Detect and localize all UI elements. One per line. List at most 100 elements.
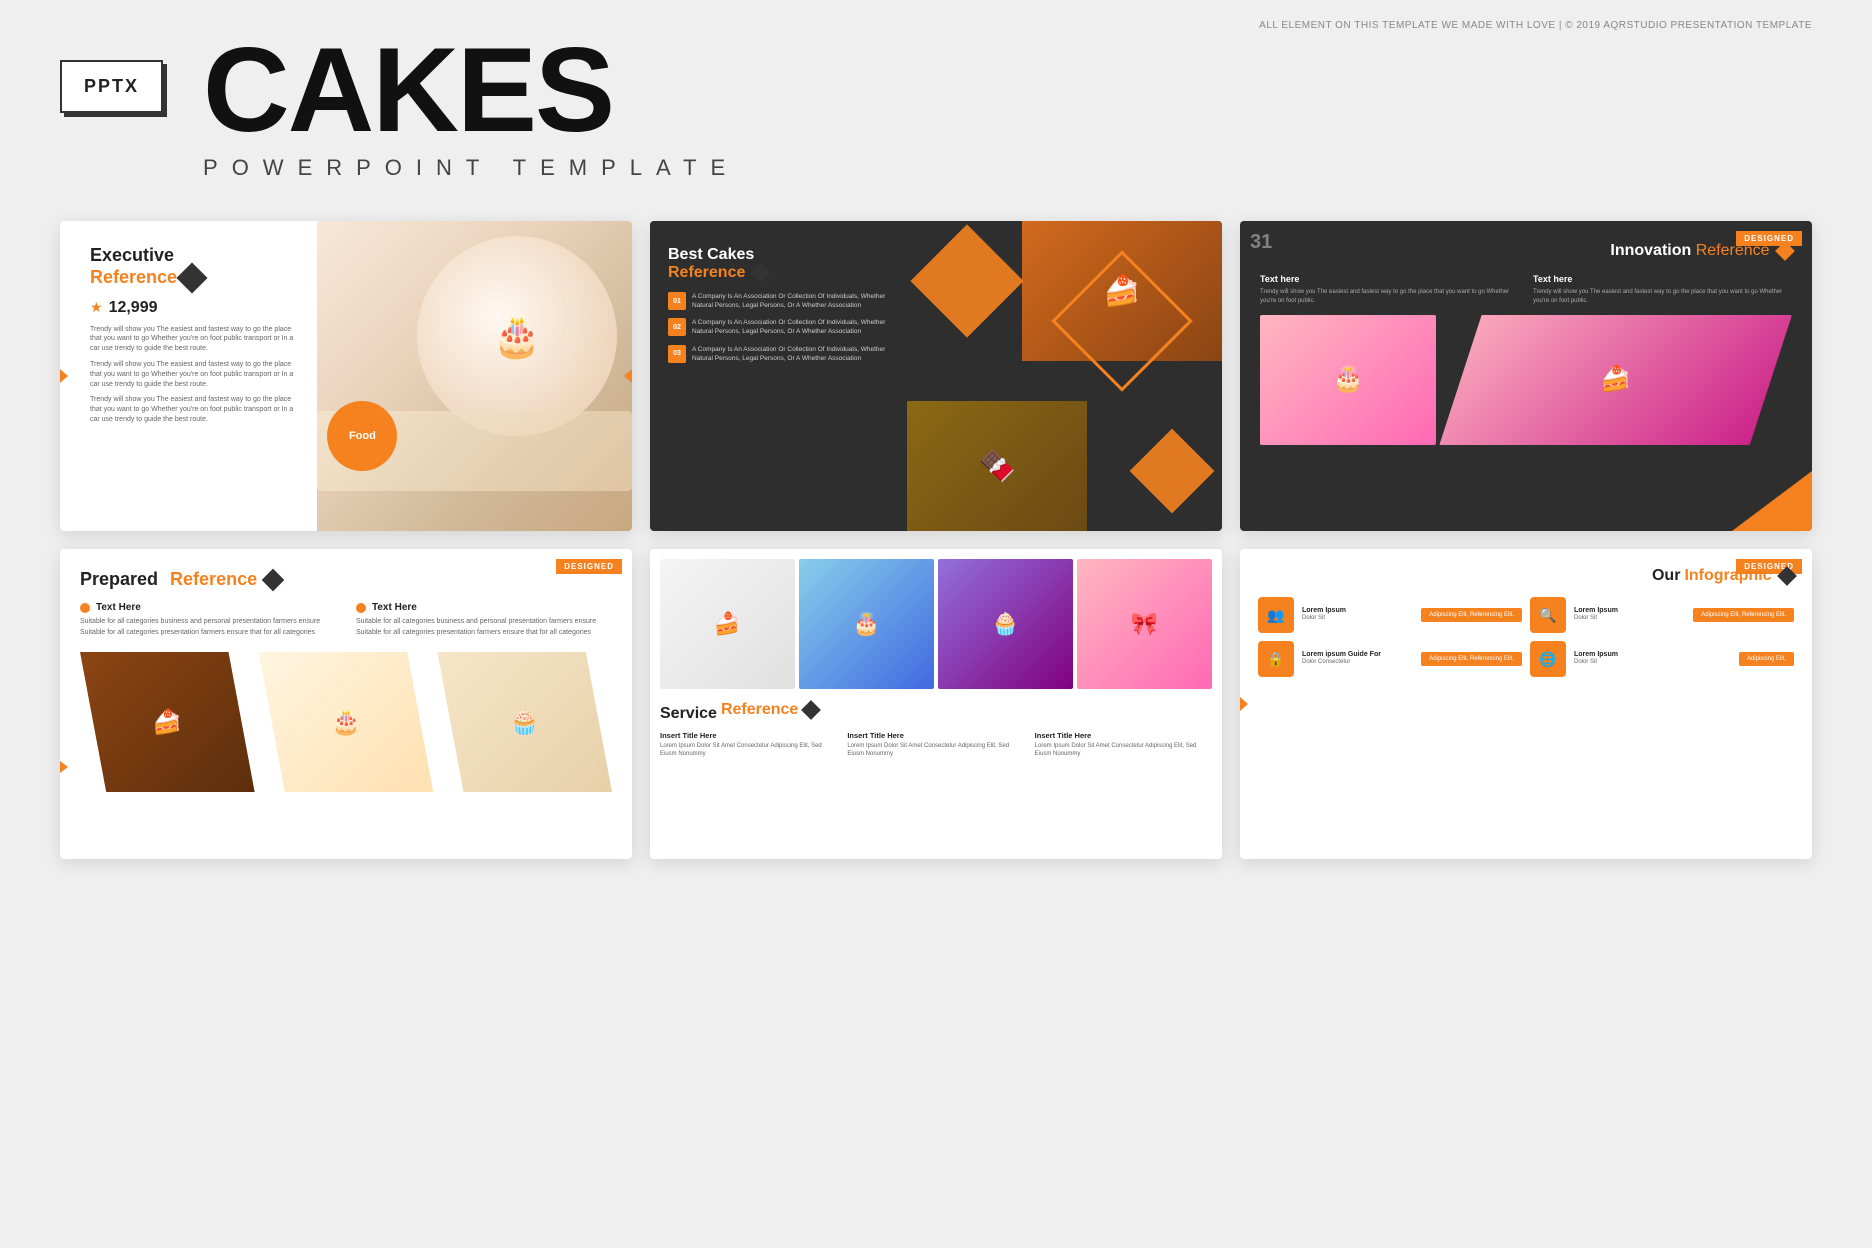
list-text-1: A Company Is An Association Or Collectio… — [692, 292, 889, 310]
list-item-3: 03 A Company Is An Association Or Collec… — [668, 345, 889, 363]
slide-3-desc-2: Trendy will show you The easiest and fas… — [1533, 288, 1792, 305]
slide-5-cols: Insert Title Here Lorem Ipsum Dolor Sit … — [660, 731, 1212, 759]
slide-infographic: DESIGNED Our Infographic 👥 Lorem Ipsum — [1240, 549, 1812, 859]
num-badge-2: 02 — [668, 318, 686, 336]
info-icon-1: 👥 — [1258, 597, 1294, 633]
slide-3-desc-1: Trendy will show you The easiest and fas… — [1260, 288, 1519, 305]
orange-diamond-2 — [1130, 429, 1215, 514]
slide-5-col-2: Insert Title Here Lorem Ipsum Dolor Sit … — [847, 731, 1024, 759]
slide-prepared: DESIGNED Prepared Reference Text Here Su… — [60, 549, 632, 859]
text-here-2: Text here — [1533, 274, 1792, 284]
slide-5-img-2: 🎂 — [799, 559, 934, 689]
slide-4-img-1: 🍰 — [80, 652, 255, 792]
info-sub-4: Dolor Sit — [1574, 658, 1731, 666]
infographic-item-1: 👥 Lorem Ipsum Dolor Sit Adipiscing Elit,… — [1258, 597, 1522, 633]
insert-desc-2: Lorem Ipsum Dolor Sit Amet Consectetur A… — [847, 742, 1024, 759]
slide-3-badge: DESIGNED — [1736, 231, 1802, 246]
slide-1-text3: Trendy will show you The easiest and fas… — [90, 395, 299, 424]
info-right-1: Adipiscing Elit, Referencing Elit. — [1421, 608, 1522, 622]
slide-2-left: Best Cakes Reference 01 A Company Is An … — [650, 221, 907, 531]
info-sub-2: Dolor Sit — [1574, 614, 1685, 622]
info-right-3: Adipiscing Elit, Referencing Elit. — [1421, 652, 1522, 666]
slide-3-inner: DESIGNED Innovation Reference Text here … — [1240, 221, 1812, 531]
info-text-1: Lorem Ipsum Dolor Sit — [1302, 607, 1413, 622]
info-label-1: Lorem Ipsum — [1302, 607, 1413, 614]
slide-4-col-2: Text Here Suitable for all categories bu… — [356, 602, 612, 638]
info-sub-1: Dolor Sit — [1302, 614, 1413, 622]
info-right-text-4: Adipiscing Elit, — [1747, 656, 1786, 662]
slide-5-col-3: Insert Title Here Lorem Ipsum Dolor Sit … — [1035, 731, 1212, 759]
slide-5-images: 🍰 🎂 🧁 🎀 — [660, 559, 1212, 689]
orange-triangle — [1732, 471, 1812, 531]
number-value: 12,999 — [109, 299, 158, 317]
list-text-3: A Company Is An Association Or Collectio… — [692, 345, 889, 363]
slide-2-list: 01 A Company Is An Association Or Collec… — [668, 292, 889, 363]
slide-2-title: Best Cakes — [668, 245, 889, 264]
col-1-desc: Suitable for all categories business and… — [80, 617, 336, 638]
slide-6-diamond — [1777, 566, 1797, 586]
slide-4-diamond — [262, 568, 285, 591]
insert-desc-1: Lorem Ipsum Dolor Sit Amet Consectetur A… — [660, 742, 837, 759]
num-badge-3: 03 — [668, 345, 686, 363]
insert-title-1: Insert Title Here — [660, 731, 837, 740]
slide-1-number: ★ 12,999 — [90, 299, 299, 317]
info-right-text-1: Adipiscing Elit, Referencing Elit. — [1429, 612, 1514, 618]
pptx-badge: PPTX — [60, 60, 163, 113]
slide-3-cols: Text here Trendy will show you The easie… — [1260, 274, 1792, 305]
slide-2-ref-text: Reference — [668, 264, 745, 281]
subtitle: POWERPOINT TEMPLATE — [203, 155, 739, 181]
col-2-title-text: Text Here — [372, 602, 417, 613]
orange-dot-1 — [80, 603, 90, 613]
slide-2-right: 🍰 🍫 — [907, 221, 1222, 531]
slide-4-img-2: 🎂 — [259, 652, 434, 792]
slide-5-col-1: Insert Title Here Lorem Ipsum Dolor Sit … — [660, 731, 837, 759]
slide-3-img-1: 🎂 — [1260, 315, 1436, 445]
food-badge: Food — [327, 401, 397, 471]
info-label-2: Lorem Ipsum — [1574, 607, 1685, 614]
insert-desc-3: Lorem Ipsum Dolor Sit Amet Consectetur A… — [1035, 742, 1212, 759]
slide-4-ref-text: Reference — [170, 569, 257, 590]
slide-5-inner: 🍰 🎂 🧁 🎀 Service Reference Insert Title H… — [650, 549, 1222, 859]
col-2-desc: Suitable for all categories business and… — [356, 617, 612, 638]
text-here-1: Text here — [1260, 274, 1519, 284]
slide-3-header: Innovation Reference — [1260, 241, 1792, 260]
infographic-items: 👥 Lorem Ipsum Dolor Sit Adipiscing Elit,… — [1258, 597, 1794, 677]
slide-4-badge: DESIGNED — [556, 559, 622, 574]
slide-3-img-2: 🍰 — [1439, 315, 1792, 445]
number-decoration: 31 — [1250, 231, 1272, 254]
info-right-2: Adipiscing Elit, Referencing Elit. — [1693, 608, 1794, 622]
slide-2-ref: Reference — [668, 264, 889, 282]
slide-innovation: DESIGNED Innovation Reference Text here … — [1240, 221, 1812, 531]
slide-5-img-1: 🍰 — [660, 559, 795, 689]
slide-4-col-1: Text Here Suitable for all categories bu… — [80, 602, 336, 638]
list-item-1: 01 A Company Is An Association Or Collec… — [668, 292, 889, 310]
slide-6-title: Our — [1652, 567, 1680, 585]
star-icon: ★ — [90, 299, 103, 316]
num-badge-1: 01 — [668, 292, 686, 310]
info-text-2: Lorem Ipsum Dolor Sit — [1574, 607, 1685, 622]
slide-1-left: Executive Reference ★ 12,999 Trendy will… — [60, 221, 317, 531]
slide-2-diamond — [751, 263, 771, 283]
slide-6-inner: DESIGNED Our Infographic 👥 Lorem Ipsum — [1240, 549, 1812, 859]
slide-6-title-row: Our Infographic — [1258, 567, 1794, 585]
slide-service: 🍰 🎂 🧁 🎀 Service Reference Insert Title H… — [650, 549, 1222, 859]
infographic-item-4: 🌐 Lorem Ipsum Dolor Sit Adipiscing Elit, — [1530, 641, 1794, 677]
header: PPTX CAKES POWERPOINT TEMPLATE — [0, 0, 1872, 191]
slide-4-arrow — [60, 755, 68, 779]
slide-3-col-1: Text here Trendy will show you The easie… — [1260, 274, 1519, 305]
slide-1-title: Executive — [90, 245, 299, 267]
slide-4-inner: DESIGNED Prepared Reference Text Here Su… — [60, 549, 632, 859]
slide-1-text2: Trendy will show you The easiest and fas… — [90, 360, 299, 389]
slide-1-arrow — [60, 364, 68, 388]
info-label-3: Lorem ipsum Guide For — [1302, 651, 1413, 658]
insert-title-2: Insert Title Here — [847, 731, 1024, 740]
info-text-3: Lorem ipsum Guide For Dolor Consectetur — [1302, 651, 1413, 666]
food-image-2: 🍫 — [907, 401, 1087, 531]
slide-1-right: 🎂 Food — [317, 221, 632, 531]
slide-6-ref-text: Infographic — [1684, 567, 1771, 584]
slide-5-img-3: 🧁 — [938, 559, 1073, 689]
main-title: CAKES — [203, 30, 739, 150]
page: ALL ELEMENT ON THIS TEMPLATE WE MADE WIT… — [0, 0, 1872, 1248]
col-1-title-text: Text Here — [96, 602, 141, 613]
orange-diamond-1 — [911, 224, 1024, 337]
